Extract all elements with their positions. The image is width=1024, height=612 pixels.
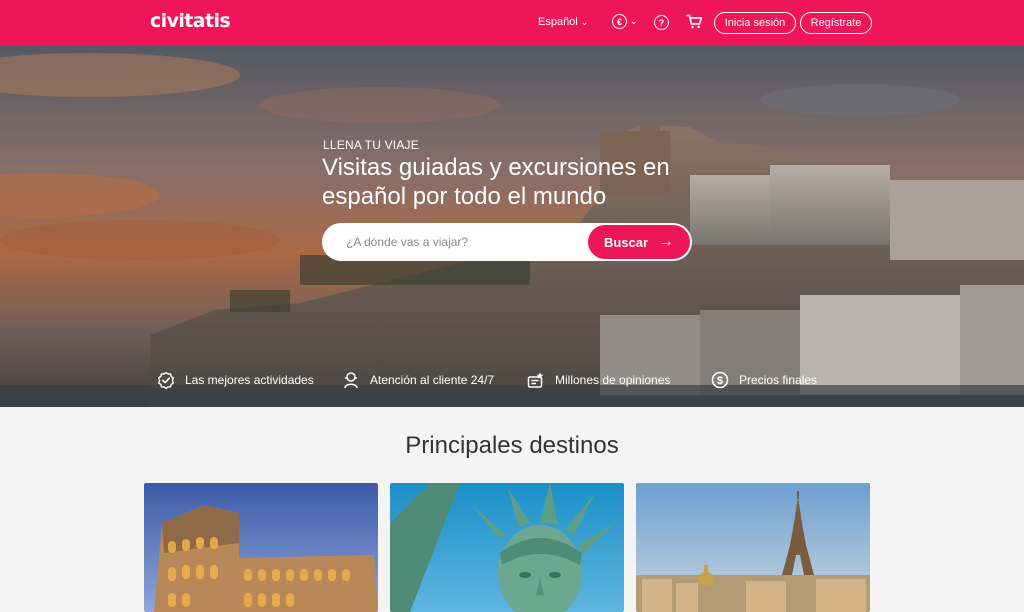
top-header: civitatis Español ⌄ € ⌄ ? Inicia sesión … (0, 0, 1024, 45)
feature-label: Millones de opiniones (555, 373, 671, 387)
chevron-down-icon: ⌄ (580, 16, 589, 27)
feature-item: $ Precios finales (711, 371, 817, 389)
feature-item: Atención al cliente 24/7 (342, 371, 494, 389)
login-button[interactable]: Inicia sesión (714, 12, 796, 34)
register-button[interactable]: Regístrate (800, 12, 872, 34)
feature-label: Las mejores actividades (185, 373, 314, 387)
language-label: Español (538, 16, 578, 28)
destination-card[interactable] (636, 483, 870, 612)
section-title: Principales destinos (405, 432, 619, 459)
support-icon (344, 372, 358, 389)
eiffel-tower-image (636, 483, 870, 612)
hero-headline: Visitas guiadas y excursiones en español… (322, 154, 670, 210)
badge-check-icon (158, 371, 174, 389)
search-input[interactable] (346, 233, 586, 251)
logo[interactable]: civitatis (150, 10, 231, 32)
search-bar: Buscar → (322, 223, 692, 261)
search-button[interactable]: Buscar → (588, 225, 690, 259)
arrow-right-icon: → (658, 233, 675, 250)
feature-item: Las mejores actividades (157, 371, 314, 389)
reviews-icon (527, 372, 544, 388)
colosseum-image (144, 483, 378, 612)
dollar-icon: $ (711, 371, 729, 389)
feature-label: Precios finales (739, 373, 818, 387)
currency-selector[interactable]: € ⌄ (612, 14, 638, 29)
help-icon[interactable]: ? (654, 15, 669, 30)
chevron-down-icon: ⌄ (630, 16, 638, 26)
euro-icon: € (612, 14, 627, 29)
svg-text:$: $ (717, 375, 723, 387)
search-button-label: Buscar (603, 234, 649, 250)
cart-icon[interactable] (686, 14, 703, 34)
features-bar: Las mejores actividades Atención al clie… (0, 371, 1024, 395)
hero-banner: LLENA TU VIAJE Visitas guiadas y excursi… (0, 45, 1024, 407)
hero-kicker: LLENA TU VIAJE (323, 138, 419, 152)
feature-label: Atención al cliente 24/7 (370, 373, 495, 387)
destination-card[interactable] (390, 483, 624, 612)
destination-card[interactable] (144, 483, 378, 612)
feature-item: Millones de opiniones (527, 371, 670, 389)
statue-of-liberty-image (390, 483, 624, 612)
language-selector[interactable]: Español ⌄ (538, 16, 588, 28)
